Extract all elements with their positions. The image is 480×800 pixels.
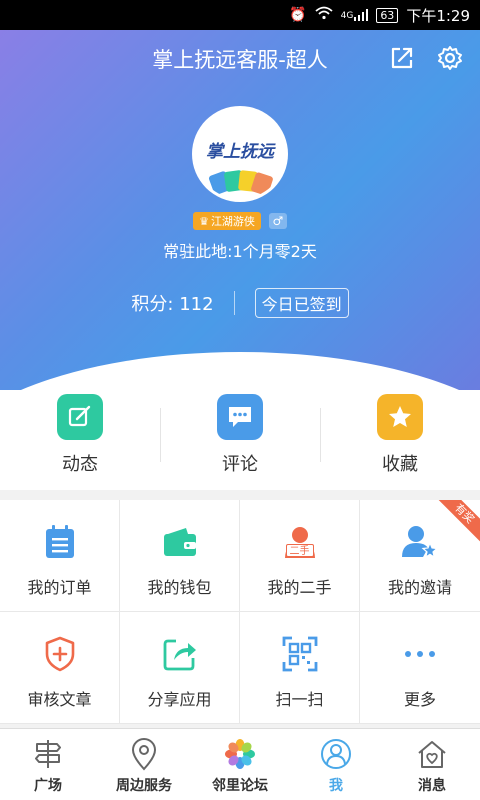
location-icon	[127, 737, 161, 771]
level-badge-text: 江湖游侠	[210, 215, 255, 228]
tab-label: 周边服务	[116, 778, 172, 794]
grid-item-scan[interactable]: 扫一扫	[240, 612, 360, 724]
status-bar: ⏰ 4G 63 下午1:29	[0, 0, 480, 30]
order-icon	[40, 522, 80, 562]
tab-label: 消息	[418, 778, 446, 794]
quick-actions: 动态 评论 收藏	[0, 390, 480, 490]
grid-item-label: 我的二手	[267, 578, 332, 597]
tab-messages[interactable]: 消息	[384, 729, 480, 800]
tab-label: 广场	[34, 778, 62, 794]
signpost-icon	[31, 737, 65, 771]
points-bar: 积分: 112 今日已签到	[0, 288, 480, 318]
points-label: 积分: 112	[131, 294, 214, 315]
flower-icon	[223, 737, 257, 771]
quick-action-comment[interactable]: 评论	[160, 390, 320, 490]
crown-icon: ♛	[199, 214, 209, 228]
signal-icon: 4G	[341, 9, 369, 21]
quick-action-label: 动态	[62, 454, 98, 475]
grid-item-label: 分享应用	[147, 690, 212, 709]
grid-item-review[interactable]: 审核文章	[0, 612, 120, 724]
level-badge: ♛ 江湖游侠	[193, 212, 261, 230]
quick-action-dynamic[interactable]: 动态	[0, 390, 160, 490]
invite-icon	[400, 522, 440, 562]
quick-action-label: 收藏	[382, 454, 418, 475]
scan-icon	[280, 634, 320, 674]
network-type: 4G	[340, 11, 354, 21]
share-icon	[391, 47, 413, 69]
user-icon	[319, 737, 353, 771]
grid-item-secondhand[interactable]: 二手 我的二手	[240, 500, 360, 612]
clock: 下午1:29	[406, 6, 470, 25]
secondhand-icon: 二手	[280, 522, 320, 562]
feature-grid: 我的订单 我的钱包 二手 我的二手 有奖 我的邀请 审核文章 分享应用 扫一扫 …	[0, 500, 480, 724]
quick-action-favorite[interactable]: 收藏	[320, 390, 480, 490]
tab-plaza[interactable]: 广场	[0, 729, 96, 800]
house-message-icon	[415, 737, 449, 771]
grid-item-label: 扫一扫	[275, 690, 324, 709]
tab-forum[interactable]: 邻里论坛	[192, 729, 288, 800]
grid-item-label: 我的邀请	[387, 578, 452, 597]
comment-icon	[217, 394, 263, 440]
tab-label: 我	[329, 778, 343, 794]
share-button[interactable]	[386, 42, 418, 74]
grid-item-label: 我的钱包	[147, 578, 212, 597]
review-icon	[40, 634, 80, 674]
male-icon: ♂	[268, 213, 287, 229]
edit-icon	[57, 394, 103, 440]
grid-item-label: 更多	[403, 690, 436, 709]
secondhand-icon-text: 二手	[285, 544, 314, 557]
grid-item-invite[interactable]: 有奖 我的邀请	[360, 500, 480, 612]
alarm-icon: ⏰	[289, 7, 307, 23]
wifi-icon	[315, 6, 333, 24]
more-icon	[400, 634, 440, 674]
checkin-button[interactable]: 今日已签到	[254, 288, 349, 318]
gear-icon	[438, 46, 462, 70]
avatar[interactable]: 掌上抚远	[192, 106, 288, 202]
tab-me[interactable]: 我	[288, 729, 384, 800]
profile-header: 掌上抚远客服-超人 掌上抚远 ♛ 江湖游侠 ♂ 常驻此地:1个月零2天 积分: …	[0, 30, 480, 390]
tab-label: 邻里论坛	[212, 778, 268, 794]
avatar-logo-text: 掌上抚远	[206, 142, 274, 162]
grid-item-more[interactable]: 更多	[360, 612, 480, 724]
badges-row: ♛ 江湖游侠 ♂	[0, 212, 480, 230]
share-app-icon	[160, 634, 200, 674]
avatar-cards-graphic	[208, 169, 275, 197]
battery-indicator: 63	[376, 7, 399, 23]
grid-item-label: 我的订单	[27, 578, 92, 597]
grid-item-label: 审核文章	[27, 690, 92, 709]
wallet-icon	[160, 522, 200, 562]
settings-button[interactable]	[434, 42, 466, 74]
resident-duration: 常驻此地:1个月零2天	[163, 242, 317, 261]
tab-nearby[interactable]: 周边服务	[96, 729, 192, 800]
quick-action-label: 评论	[222, 454, 258, 475]
divider	[233, 291, 235, 315]
star-icon	[377, 394, 423, 440]
grid-item-share-app[interactable]: 分享应用	[120, 612, 240, 724]
bottom-tab-bar: 广场 周边服务 邻里论坛 我 消息	[0, 728, 480, 800]
grid-item-wallet[interactable]: 我的钱包	[120, 500, 240, 612]
grid-item-orders[interactable]: 我的订单	[0, 500, 120, 612]
